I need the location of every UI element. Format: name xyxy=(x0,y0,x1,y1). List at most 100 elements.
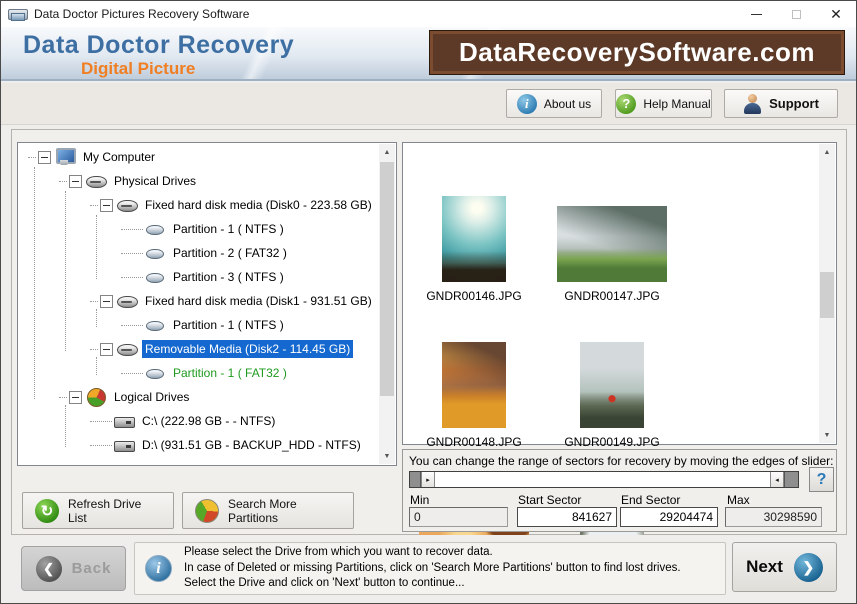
tree-item-label: My Computer xyxy=(80,148,158,166)
tree-item[interactable]: Partition - 1 ( NTFS ) xyxy=(18,313,379,337)
instruction-line-2: In case of Deleted or missing Partitions… xyxy=(184,561,681,577)
end-sector-input[interactable]: 29204474 xyxy=(620,507,718,527)
sector-range-slider[interactable]: ▸ ◂ xyxy=(409,471,799,488)
tree-item[interactable]: Partition - 2 ( FAT32 ) xyxy=(18,241,379,265)
thumbnail-image[interactable] xyxy=(557,206,667,282)
end-sector-handle[interactable]: ◂ xyxy=(770,472,784,487)
tree-item[interactable]: Partition - 1 ( FAT32 ) xyxy=(18,361,379,385)
tree-connector xyxy=(59,397,67,398)
slider-instruction: You can change the range of sectors for … xyxy=(409,454,833,468)
tree-item-label: Partition - 1 ( FAT32 ) xyxy=(170,364,290,382)
refresh-drive-list-button[interactable]: ↻ Refresh Drive List xyxy=(22,492,174,529)
thumbnails-scrollbar[interactable]: ▲ ▼ xyxy=(819,144,835,443)
tree-connector xyxy=(121,277,143,278)
tree-item[interactable]: My Computer xyxy=(18,145,379,169)
minimize-icon xyxy=(751,14,762,15)
refresh-drive-list-label: Refresh Drive List xyxy=(68,497,161,525)
thumbnail-image[interactable] xyxy=(442,342,506,428)
app-window: Data Doctor Pictures Recovery Software ✕… xyxy=(0,0,857,604)
start-sector-input[interactable]: 841627 xyxy=(517,507,617,527)
logo-banner: DataRecoverySoftware.com xyxy=(430,31,844,74)
window-title: Data Doctor Pictures Recovery Software xyxy=(34,7,249,21)
thumbnail-item[interactable]: GNDR00148.JPG xyxy=(405,303,543,449)
collapse-expander-icon[interactable] xyxy=(100,343,113,356)
tree-scrollbar[interactable]: ▲ ▼ xyxy=(379,144,395,464)
slider-help-button[interactable]: ? xyxy=(809,467,834,492)
close-button[interactable]: ✕ xyxy=(816,1,856,27)
instruction-line-3: Select the Drive and click on 'Next' but… xyxy=(184,576,681,592)
tree-connector xyxy=(121,373,143,374)
tree-item[interactable]: Removable Media (Disk2 - 114.45 GB) xyxy=(18,337,379,361)
thumbnail-item[interactable]: GNDR00147.JPG xyxy=(543,157,681,303)
support-person-icon xyxy=(743,94,762,114)
scrollbar-thumb[interactable] xyxy=(820,272,834,318)
computer-icon xyxy=(55,148,75,166)
next-label: Next xyxy=(746,557,783,577)
support-label: Support xyxy=(769,96,819,111)
tree-item[interactable]: Partition - 1 ( NTFS ) xyxy=(18,217,379,241)
back-button[interactable]: ❮ Back xyxy=(21,546,126,591)
scroll-up-icon[interactable]: ▲ xyxy=(379,144,395,160)
collapse-expander-icon[interactable] xyxy=(100,295,113,308)
tree-connector xyxy=(90,421,112,422)
scroll-down-icon[interactable]: ▼ xyxy=(379,448,395,464)
recovered-files-panel: GNDR00146.JPG GNDR00147.JPG GNDR00148.JP… xyxy=(402,142,837,445)
tree-item[interactable]: Logical Drives xyxy=(18,385,379,409)
tree-item[interactable]: Fixed hard disk media (Disk0 - 223.58 GB… xyxy=(18,193,379,217)
partition-icon xyxy=(145,268,165,286)
scroll-up-icon[interactable]: ▲ xyxy=(819,144,835,160)
tree-item-label: C:\ (222.98 GB - - NTFS) xyxy=(139,412,278,430)
footer-bar: ❮ Back i Please select the Drive from wh… xyxy=(1,535,856,604)
min-field: 0 xyxy=(409,507,508,527)
refresh-icon: ↻ xyxy=(35,499,59,523)
tree-item-label: Fixed hard disk media (Disk0 - 223.58 GB… xyxy=(142,196,375,214)
tree-item-label: Logical Drives xyxy=(111,388,192,406)
drives-icon xyxy=(117,196,137,214)
tree-item[interactable]: D:\ (931.51 GB - BACKUP_HDD - NTFS) xyxy=(18,433,379,457)
start-sector-label: Start Sector xyxy=(518,493,581,507)
search-more-partitions-button[interactable]: Search More Partitions xyxy=(182,492,354,529)
tree-connector xyxy=(90,301,98,302)
selected-range xyxy=(435,472,770,487)
next-button[interactable]: Next ❯ xyxy=(732,542,837,592)
tree-connector xyxy=(121,253,143,254)
tree-connector xyxy=(121,325,143,326)
collapse-expander-icon[interactable] xyxy=(100,199,113,212)
pie-icon xyxy=(86,388,106,406)
thumbnail-image[interactable] xyxy=(580,342,644,428)
minimize-button[interactable] xyxy=(736,1,776,27)
hdd-icon xyxy=(114,412,134,430)
min-label: Min xyxy=(410,493,429,507)
tree-item[interactable]: Physical Drives xyxy=(18,169,379,193)
about-us-button[interactable]: i About us xyxy=(506,89,602,118)
partition-icon xyxy=(145,244,165,262)
help-manual-label: Help Manual xyxy=(643,97,710,111)
scrollbar-thumb[interactable] xyxy=(380,162,394,396)
thumbnail-filename: GNDR00147.JPG xyxy=(564,289,659,303)
logo-text: DataRecoverySoftware.com xyxy=(459,37,815,68)
maximize-button[interactable] xyxy=(776,1,816,27)
tree-item-label: D:\ (931.51 GB - BACKUP_HDD - NTFS) xyxy=(139,436,364,454)
collapse-expander-icon[interactable] xyxy=(69,175,82,188)
brand-title: Data Doctor Recovery xyxy=(23,31,294,60)
back-arrow-icon: ❮ xyxy=(36,556,62,582)
tree-item[interactable]: C:\ (222.98 GB - - NTFS) xyxy=(18,409,379,433)
end-sector-label: End Sector xyxy=(621,493,680,507)
thumbnail-item[interactable]: GNDR00149.JPG xyxy=(543,303,681,449)
thumbnail-image[interactable] xyxy=(442,196,506,282)
scroll-down-icon[interactable]: ▼ xyxy=(819,427,835,443)
thumbnail-item[interactable]: GNDR00146.JPG xyxy=(405,157,543,303)
collapse-expander-icon[interactable] xyxy=(38,151,51,164)
info-icon: i xyxy=(145,555,172,582)
start-sector-handle[interactable]: ▸ xyxy=(421,472,435,487)
collapse-expander-icon[interactable] xyxy=(69,391,82,404)
help-manual-button[interactable]: ? Help Manual xyxy=(615,89,712,118)
max-label: Max xyxy=(727,493,750,507)
tree-item-label: Partition - 1 ( NTFS ) xyxy=(170,220,287,238)
tree-item[interactable]: Partition - 3 ( NTFS ) xyxy=(18,265,379,289)
tree-item[interactable]: Fixed hard disk media (Disk1 - 931.51 GB… xyxy=(18,289,379,313)
support-button[interactable]: Support xyxy=(724,89,838,118)
tree-connector xyxy=(90,445,112,446)
instruction-line-1: Please select the Drive from which you w… xyxy=(184,545,681,561)
tree-item-label: Partition - 1 ( NTFS ) xyxy=(170,316,287,334)
